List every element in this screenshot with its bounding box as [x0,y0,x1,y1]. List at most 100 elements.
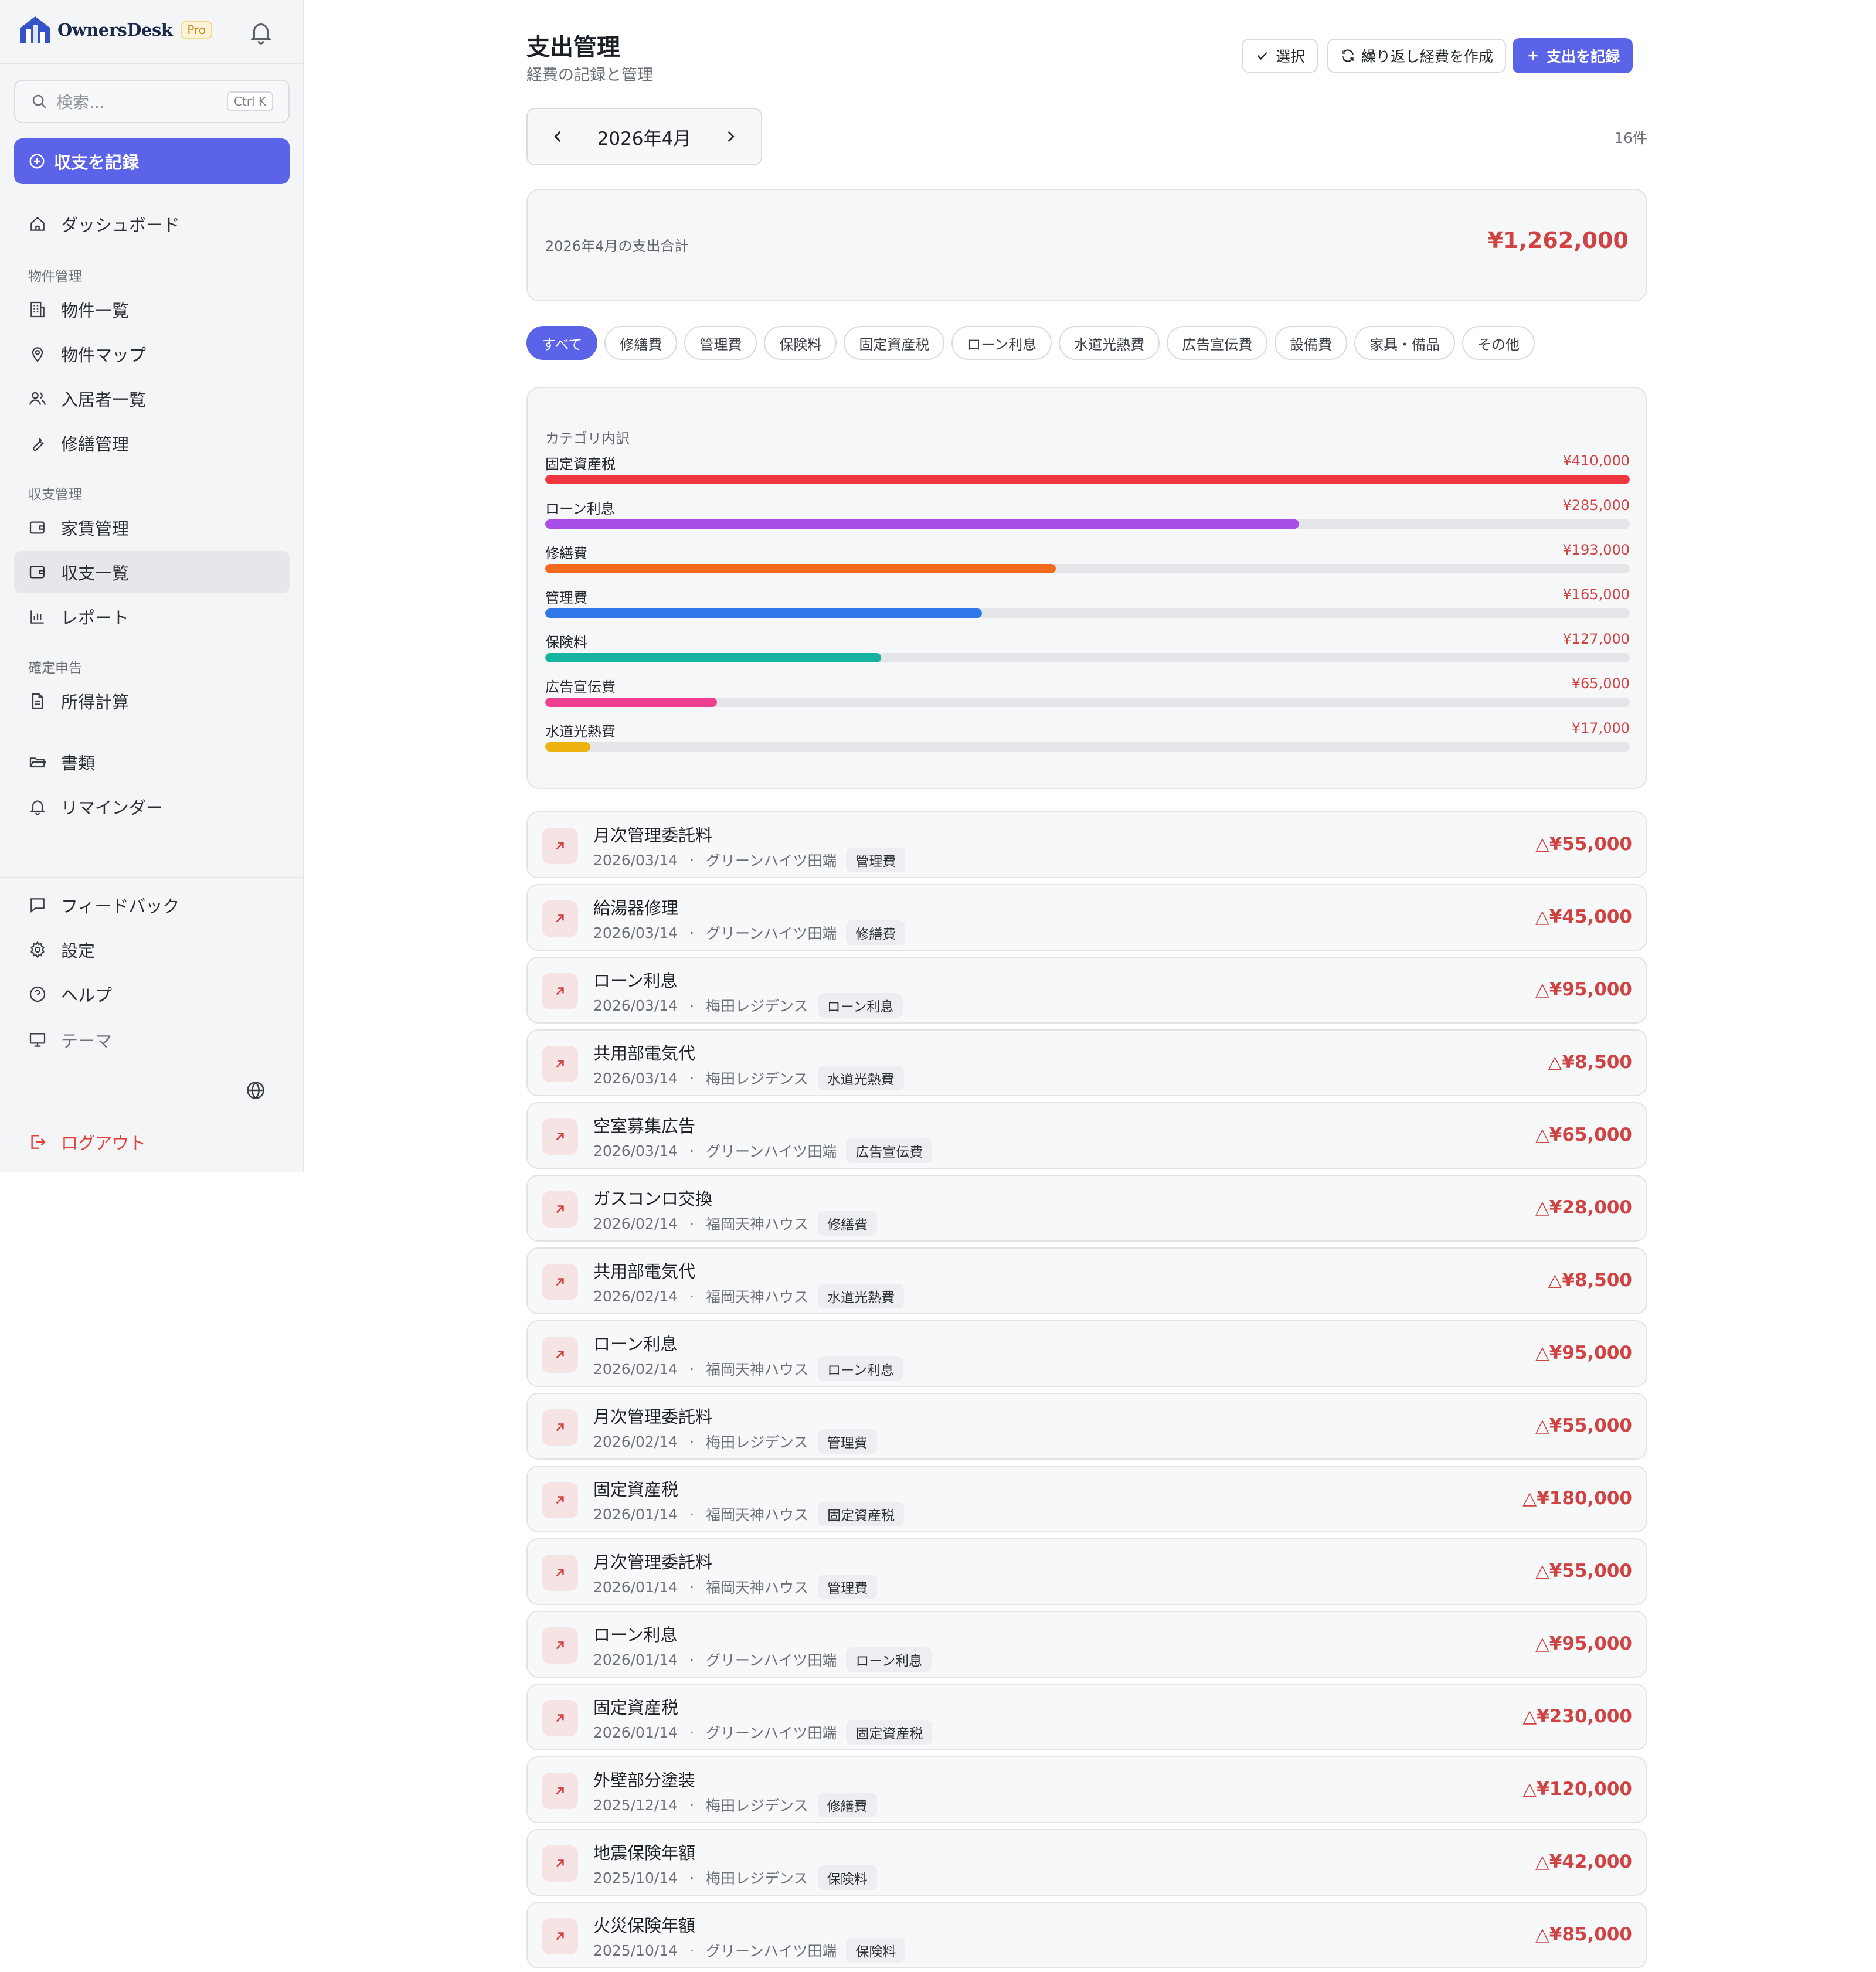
sidebar-item-settings[interactable]: 設定 [14,929,290,971]
sidebar-item-dashboard[interactable]: ダッシュボード [14,203,290,245]
gear-icon [30,941,45,958]
record-expense-button[interactable]: 支出を記録 [1513,38,1633,73]
category-amount: ¥127,000 [1562,631,1630,647]
wallet-icon [29,566,45,579]
transaction-amount: △¥45,000 [1535,906,1632,927]
bell-icon [30,800,45,815]
transaction-row[interactable]: 月次管理委託料 2026/02/14 · 梅田レジデンス 管理費 △¥55,000 [526,1393,1647,1460]
category-amount: ¥193,000 [1562,542,1630,558]
month-selector: 2026年4月 [526,108,762,165]
filter-chip[interactable]: すべて [526,326,598,360]
transaction-title: 地震保険年額 [593,1843,696,1863]
chevron-right-icon[interactable] [722,128,739,145]
meta-separator: · [689,1578,695,1596]
transaction-title: 火災保険年額 [593,1916,696,1936]
transaction-property: 梅田レジデンス [706,1070,808,1087]
category-bar-track [545,653,1630,662]
transaction-amount: △¥95,000 [1535,1342,1632,1364]
filter-chip[interactable]: 家具・備品 [1354,326,1456,360]
notification-bell-icon[interactable] [247,19,274,46]
transaction-row[interactable]: 地震保険年額 2025/10/14 · 梅田レジデンス 保険料 △¥42,000 [526,1829,1647,1896]
filter-chip[interactable]: その他 [1462,326,1535,360]
sidebar-item-rent[interactable]: 家賃管理 [14,506,290,549]
expense-arrow-icon [542,1482,578,1518]
transaction-meta: 2026/02/14 · 福岡天神ハウス 修繕費 [593,1211,878,1236]
category-name: 固定資産税 [545,456,616,472]
category-bar-track [545,519,1630,529]
sidebar-item-help[interactable]: ヘルプ [14,973,290,1015]
transaction-date: 2025/12/14 [593,1796,678,1814]
sidebar-item-property-map[interactable]: 物件マップ [14,333,290,375]
record-expense-label: 支出を記録 [1547,48,1620,65]
transaction-date: 2025/10/14 [593,1942,678,1959]
monitor-icon [29,1033,46,1047]
sidebar-item-label: リマインダー [61,798,164,818]
sidebar-item-tenant-list[interactable]: 入居者一覧 [14,378,290,420]
select-button[interactable]: 選択 [1242,39,1318,73]
transaction-row[interactable]: 共用部電気代 2026/03/14 · 梅田レジデンス 水道光熱費 △¥8,500 [526,1029,1647,1096]
chevron-left-icon[interactable] [550,128,566,145]
sidebar-item-ledger[interactable]: 収支一覧 [14,551,290,593]
transaction-row[interactable]: 月次管理委託料 2026/01/14 · 福岡天神ハウス 管理費 △¥55,000 [526,1538,1647,1605]
filter-chip[interactable]: ローン利息 [951,326,1052,360]
transaction-date: 2026/03/14 [593,851,678,869]
transaction-row[interactable]: ローン利息 2026/02/14 · 福岡天神ハウス ローン利息 △¥95,000 [526,1320,1647,1387]
sidebar-item-reminder[interactable]: リマインダー [14,786,290,828]
filter-chip[interactable]: 保険料 [764,326,837,360]
transaction-row[interactable]: ローン利息 2026/01/14 · グリーンハイツ田端 ローン利息 △¥95,000 [526,1611,1647,1678]
sidebar-item-label: 所得計算 [61,692,130,712]
sidebar-item-income-calc[interactable]: 所得計算 [14,680,290,722]
filter-chip[interactable]: 管理費 [684,326,757,360]
search-input[interactable]: 検索... Ctrl K [14,80,290,123]
filter-chip[interactable]: 修繕費 [604,326,678,360]
wallet-icon [29,521,45,534]
transaction-row[interactable]: 固定資産税 2026/01/14 · グリーンハイツ田端 固定資産税 △¥230,000 [526,1684,1647,1750]
filter-chip[interactable]: 広告宣伝費 [1167,326,1268,360]
file-text-icon [32,693,43,709]
page-title: 支出管理 [526,34,620,61]
category-row: 修繕費 ¥193,000 [545,542,1630,577]
category-name: 修繕費 [545,545,587,562]
create-recurring-label: 繰り返し経費を作成 [1361,48,1494,65]
transaction-row[interactable]: 空室募集広告 2026/03/14 · グリーンハイツ田端 広告宣伝費 △¥65,000 [526,1102,1647,1169]
pro-badge: Pro [181,21,213,39]
sidebar-item-property-list[interactable]: 物件一覧 [14,288,290,331]
transaction-row[interactable]: ガスコンロ交換 2026/02/14 · 福岡天神ハウス 修繕費 △¥28,000 [526,1175,1647,1242]
filter-chip[interactable]: 設備費 [1275,326,1348,360]
globe-icon[interactable] [245,1080,266,1101]
sidebar-item-feedback[interactable]: フィードバック [14,884,290,926]
transaction-row[interactable]: 外壁部分塗装 2025/12/14 · 梅田レジデンス 修繕費 △¥120,000 [526,1756,1647,1823]
message-square-icon [30,898,45,913]
transaction-date: 2026/01/14 [593,1651,678,1668]
transaction-row[interactable]: 共用部電気代 2026/02/14 · 福岡天神ハウス 水道光熱費 △¥8,500 [526,1247,1647,1314]
record-transaction-button[interactable]: 収支を記録 [14,138,290,184]
app-logo[interactable]: OwnersDesk Pro [18,14,213,46]
transaction-meta: 2026/03/14 · グリーンハイツ田端 修繕費 [593,920,906,945]
filter-chip[interactable]: 水道光熱費 [1059,326,1160,360]
sidebar-item-label: ログアウト [61,1133,147,1153]
transaction-row[interactable]: 火災保険年額 2025/10/14 · グリーンハイツ田端 保険料 △¥85,000 [526,1902,1647,1968]
sidebar-item-theme[interactable]: テーマ [14,1019,290,1061]
sidebar-item-documents[interactable]: 書類 [14,741,290,783]
transaction-row[interactable]: 給湯器修理 2026/03/14 · グリーンハイツ田端 修繕費 △¥45,000 [526,884,1647,951]
create-recurring-button[interactable]: 繰り返し経費を作成 [1327,39,1507,73]
category-name: ローン利息 [545,501,615,517]
transaction-row[interactable]: 固定資産税 2026/01/14 · 福岡天神ハウス 固定資産税 △¥180,000 [526,1466,1647,1532]
category-amount: ¥65,000 [1571,675,1630,692]
select-button-label: 選択 [1276,48,1306,65]
sidebar-item-label: レポート [61,608,130,628]
meta-separator: · [689,1651,695,1668]
expense-arrow-icon [542,1409,578,1446]
sidebar-item-logout[interactable]: ログアウト [14,1121,290,1163]
sidebar-item-repair[interactable]: 修繕管理 [14,422,290,464]
transaction-row[interactable]: 月次管理委託料 2026/03/14 · グリーンハイツ田端 管理費 △¥55,000 [526,811,1647,878]
transaction-row[interactable]: ローン利息 2026/03/14 · 梅田レジデンス ローン利息 △¥95,000 [526,957,1647,1024]
transaction-property: グリーンハイツ田端 [706,1652,837,1669]
sidebar-item-report[interactable]: レポート [14,596,290,638]
transaction-date: 2026/02/14 [593,1360,678,1378]
transaction-amount: △¥8,500 [1548,1052,1632,1073]
transaction-date: 2026/03/14 [593,924,678,941]
transaction-property: グリーンハイツ田端 [706,925,837,942]
filter-chip[interactable]: 固定資産税 [844,326,945,360]
category-tag: 修繕費 [817,1793,877,1817]
